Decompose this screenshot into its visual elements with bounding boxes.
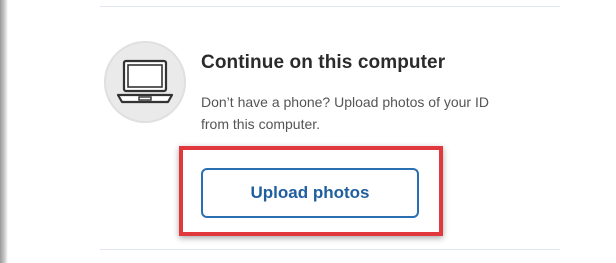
option-title: Continue on this computer xyxy=(201,52,446,73)
top-divider xyxy=(100,6,560,7)
laptop-icon xyxy=(104,41,186,123)
option-description-line-1: Don’t have a phone? Upload photos of you… xyxy=(201,94,489,110)
option-description: Don’t have a phone? Upload photos of you… xyxy=(201,91,551,135)
screen: Continue on this computer Don’t have a p… xyxy=(0,0,616,263)
option-description-line-2: from this computer. xyxy=(201,116,321,132)
bottom-divider xyxy=(100,249,560,250)
window-edge-shadow xyxy=(0,0,8,263)
upload-photos-button[interactable]: Upload photos xyxy=(201,168,419,218)
laptop-icon-graphic xyxy=(116,59,174,104)
verification-option-panel: Continue on this computer Don’t have a p… xyxy=(8,0,616,263)
